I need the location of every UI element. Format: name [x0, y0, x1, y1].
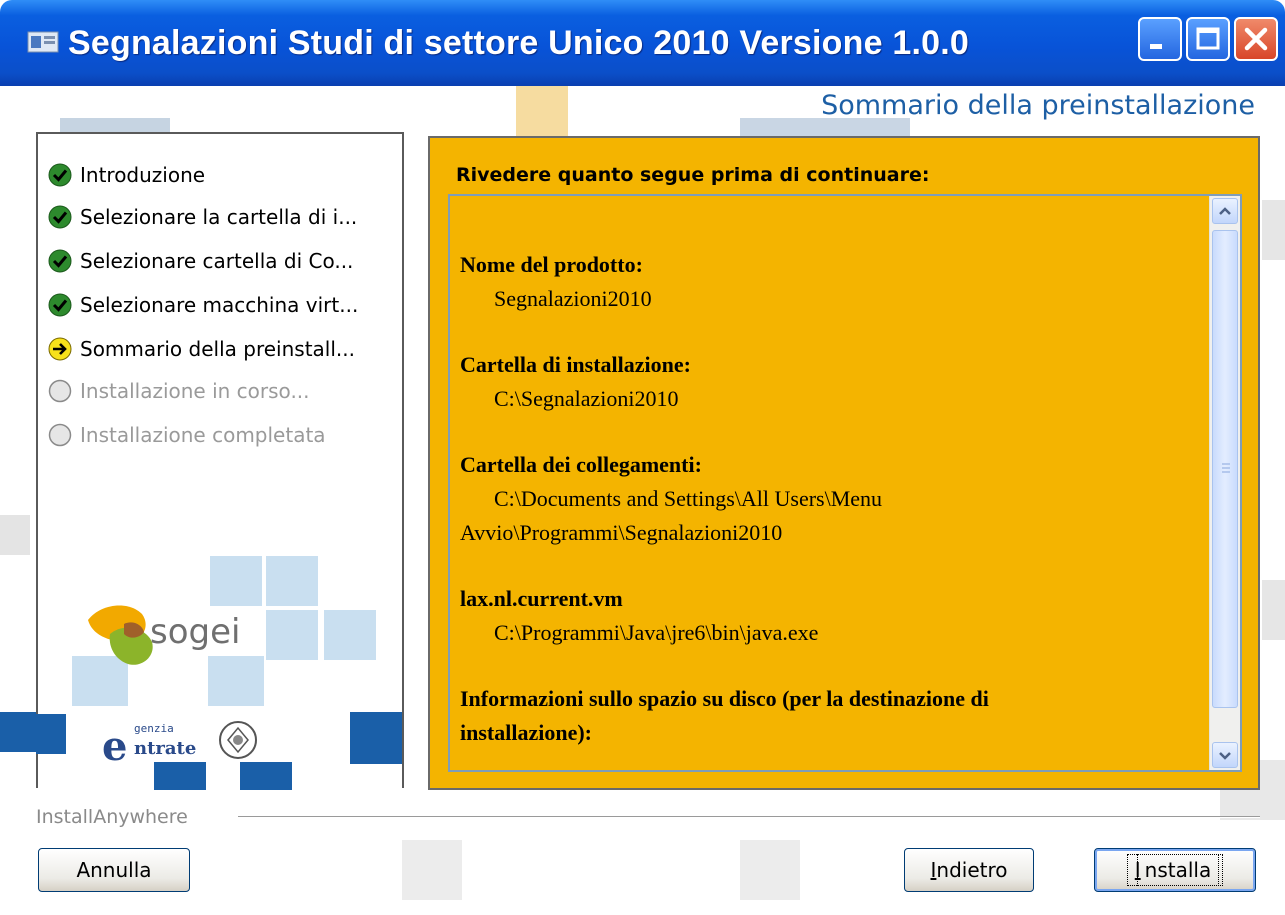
vm-label: lax.nl.current.vm — [460, 586, 623, 611]
disk-label-cont: installazione): — [460, 720, 592, 745]
svg-text:e: e — [102, 723, 127, 766]
deco-tile — [266, 610, 318, 660]
cancel-button[interactable]: Annulla — [38, 848, 190, 892]
deco-tile — [154, 762, 206, 790]
summary-intro: Rivedere quanto segue prima di continuar… — [456, 164, 930, 186]
step-label: Introduzione — [80, 163, 206, 187]
deco-tile — [0, 515, 30, 555]
footer-separator — [238, 816, 1260, 818]
minimize-button[interactable] — [1138, 17, 1182, 61]
vm-value: C:\Programmi\Java\jre6\bin\java.exe — [494, 620, 819, 645]
deco-tile — [36, 714, 66, 754]
links-folder-label: Cartella dei collegamenti: — [460, 452, 702, 477]
grip-icon — [1222, 463, 1230, 473]
check-icon — [48, 293, 72, 317]
step-macchina-virtuale: Selezionare macchina virt... — [48, 290, 358, 320]
step-sommario: Sommario della preinstall... — [48, 334, 355, 364]
maximize-icon — [1196, 27, 1220, 50]
page-heading: Sommario della preinstallazione — [821, 90, 1255, 121]
links-folder-value-cont: Avvio\Programmi\Segnalazioni2010 — [460, 520, 783, 545]
steps-panel: Introduzione Selezionare la cartella di … — [36, 132, 404, 790]
step-installazione-completata: Installazione completata — [48, 420, 326, 450]
step-label: Selezionare la cartella di i... — [80, 205, 358, 229]
close-button[interactable] — [1234, 17, 1278, 61]
step-label: Selezionare cartella di Co... — [80, 249, 354, 273]
links-folder-value: C:\Documents and Settings\All Users\Menu — [494, 486, 883, 511]
deco-tile — [1262, 200, 1285, 260]
app-icon — [27, 31, 59, 53]
maximize-button[interactable] — [1186, 17, 1230, 61]
install-label: Installa — [1126, 854, 1224, 886]
step-label: Installazione in corso... — [80, 379, 310, 403]
minimize-icon — [1150, 44, 1162, 49]
check-icon — [48, 163, 72, 187]
title-bar[interactable]: Segnalazioni Studi di settore Unico 2010… — [0, 0, 1285, 86]
vertical-scrollbar[interactable] — [1209, 196, 1240, 770]
svg-text:ntrate: ntrate — [134, 738, 196, 759]
product-label: Nome del prodotto: — [460, 252, 643, 277]
deco-tile — [740, 840, 800, 900]
summary-textarea[interactable]: Nome del prodotto: Segnalazioni2010 Cart… — [448, 194, 1242, 772]
window-title: Segnalazioni Studi di settore Unico 2010… — [68, 24, 969, 62]
close-icon — [1244, 27, 1268, 51]
deco-tile — [0, 712, 38, 752]
step-label: Selezionare macchina virt... — [80, 293, 359, 317]
install-button[interactable]: Installa — [1094, 848, 1256, 892]
brand-label: InstallAnywhere — [36, 806, 188, 828]
scroll-down-button[interactable] — [1212, 742, 1238, 768]
chevron-up-icon — [1219, 207, 1231, 215]
step-cartella-collegamenti: Selezionare cartella di Co... — [48, 246, 353, 276]
step-label: Sommario della preinstall... — [80, 337, 355, 361]
step-introduzione: Introduzione — [48, 160, 205, 190]
sogei-logo-text: sogei — [150, 612, 241, 652]
install-folder-label: Cartella di installazione: — [460, 352, 691, 377]
svg-text:genzia: genzia — [134, 722, 174, 735]
deco-tile — [1262, 580, 1285, 640]
summary-panel: Rivedere quanto segue prima di continuar… — [428, 136, 1260, 790]
summary-content: Nome del prodotto: Segnalazioni2010 Cart… — [460, 248, 1200, 750]
scroll-up-button[interactable] — [1212, 198, 1238, 224]
chevron-down-icon — [1219, 752, 1231, 760]
deco-tile — [324, 610, 376, 660]
back-label: Indietro — [930, 858, 1008, 882]
deco-tile — [402, 840, 462, 900]
cancel-label: Annulla — [76, 858, 152, 882]
circle-pending-icon — [48, 379, 72, 403]
step-cartella-installazione: Selezionare la cartella di i... — [48, 202, 357, 232]
circle-pending-icon — [48, 423, 72, 447]
deco-tile — [740, 118, 910, 138]
step-label: Installazione completata — [80, 423, 326, 447]
check-icon — [48, 205, 72, 229]
disk-label: Informazioni sullo spazio su disco (per … — [460, 686, 989, 711]
arrow-right-icon — [48, 337, 72, 361]
step-installazione-in-corso: Installazione in corso... — [48, 376, 310, 406]
install-folder-value: C:\Segnalazioni2010 — [494, 386, 679, 411]
agenzia-entrate-logo-icon: e genzia ntrate — [102, 721, 257, 766]
check-icon — [48, 249, 72, 273]
product-value: Segnalazioni2010 — [494, 286, 652, 311]
scroll-thumb[interactable] — [1212, 230, 1238, 708]
deco-tile — [266, 556, 318, 606]
deco-tile — [240, 762, 292, 790]
back-button[interactable]: Indietro — [904, 848, 1034, 892]
